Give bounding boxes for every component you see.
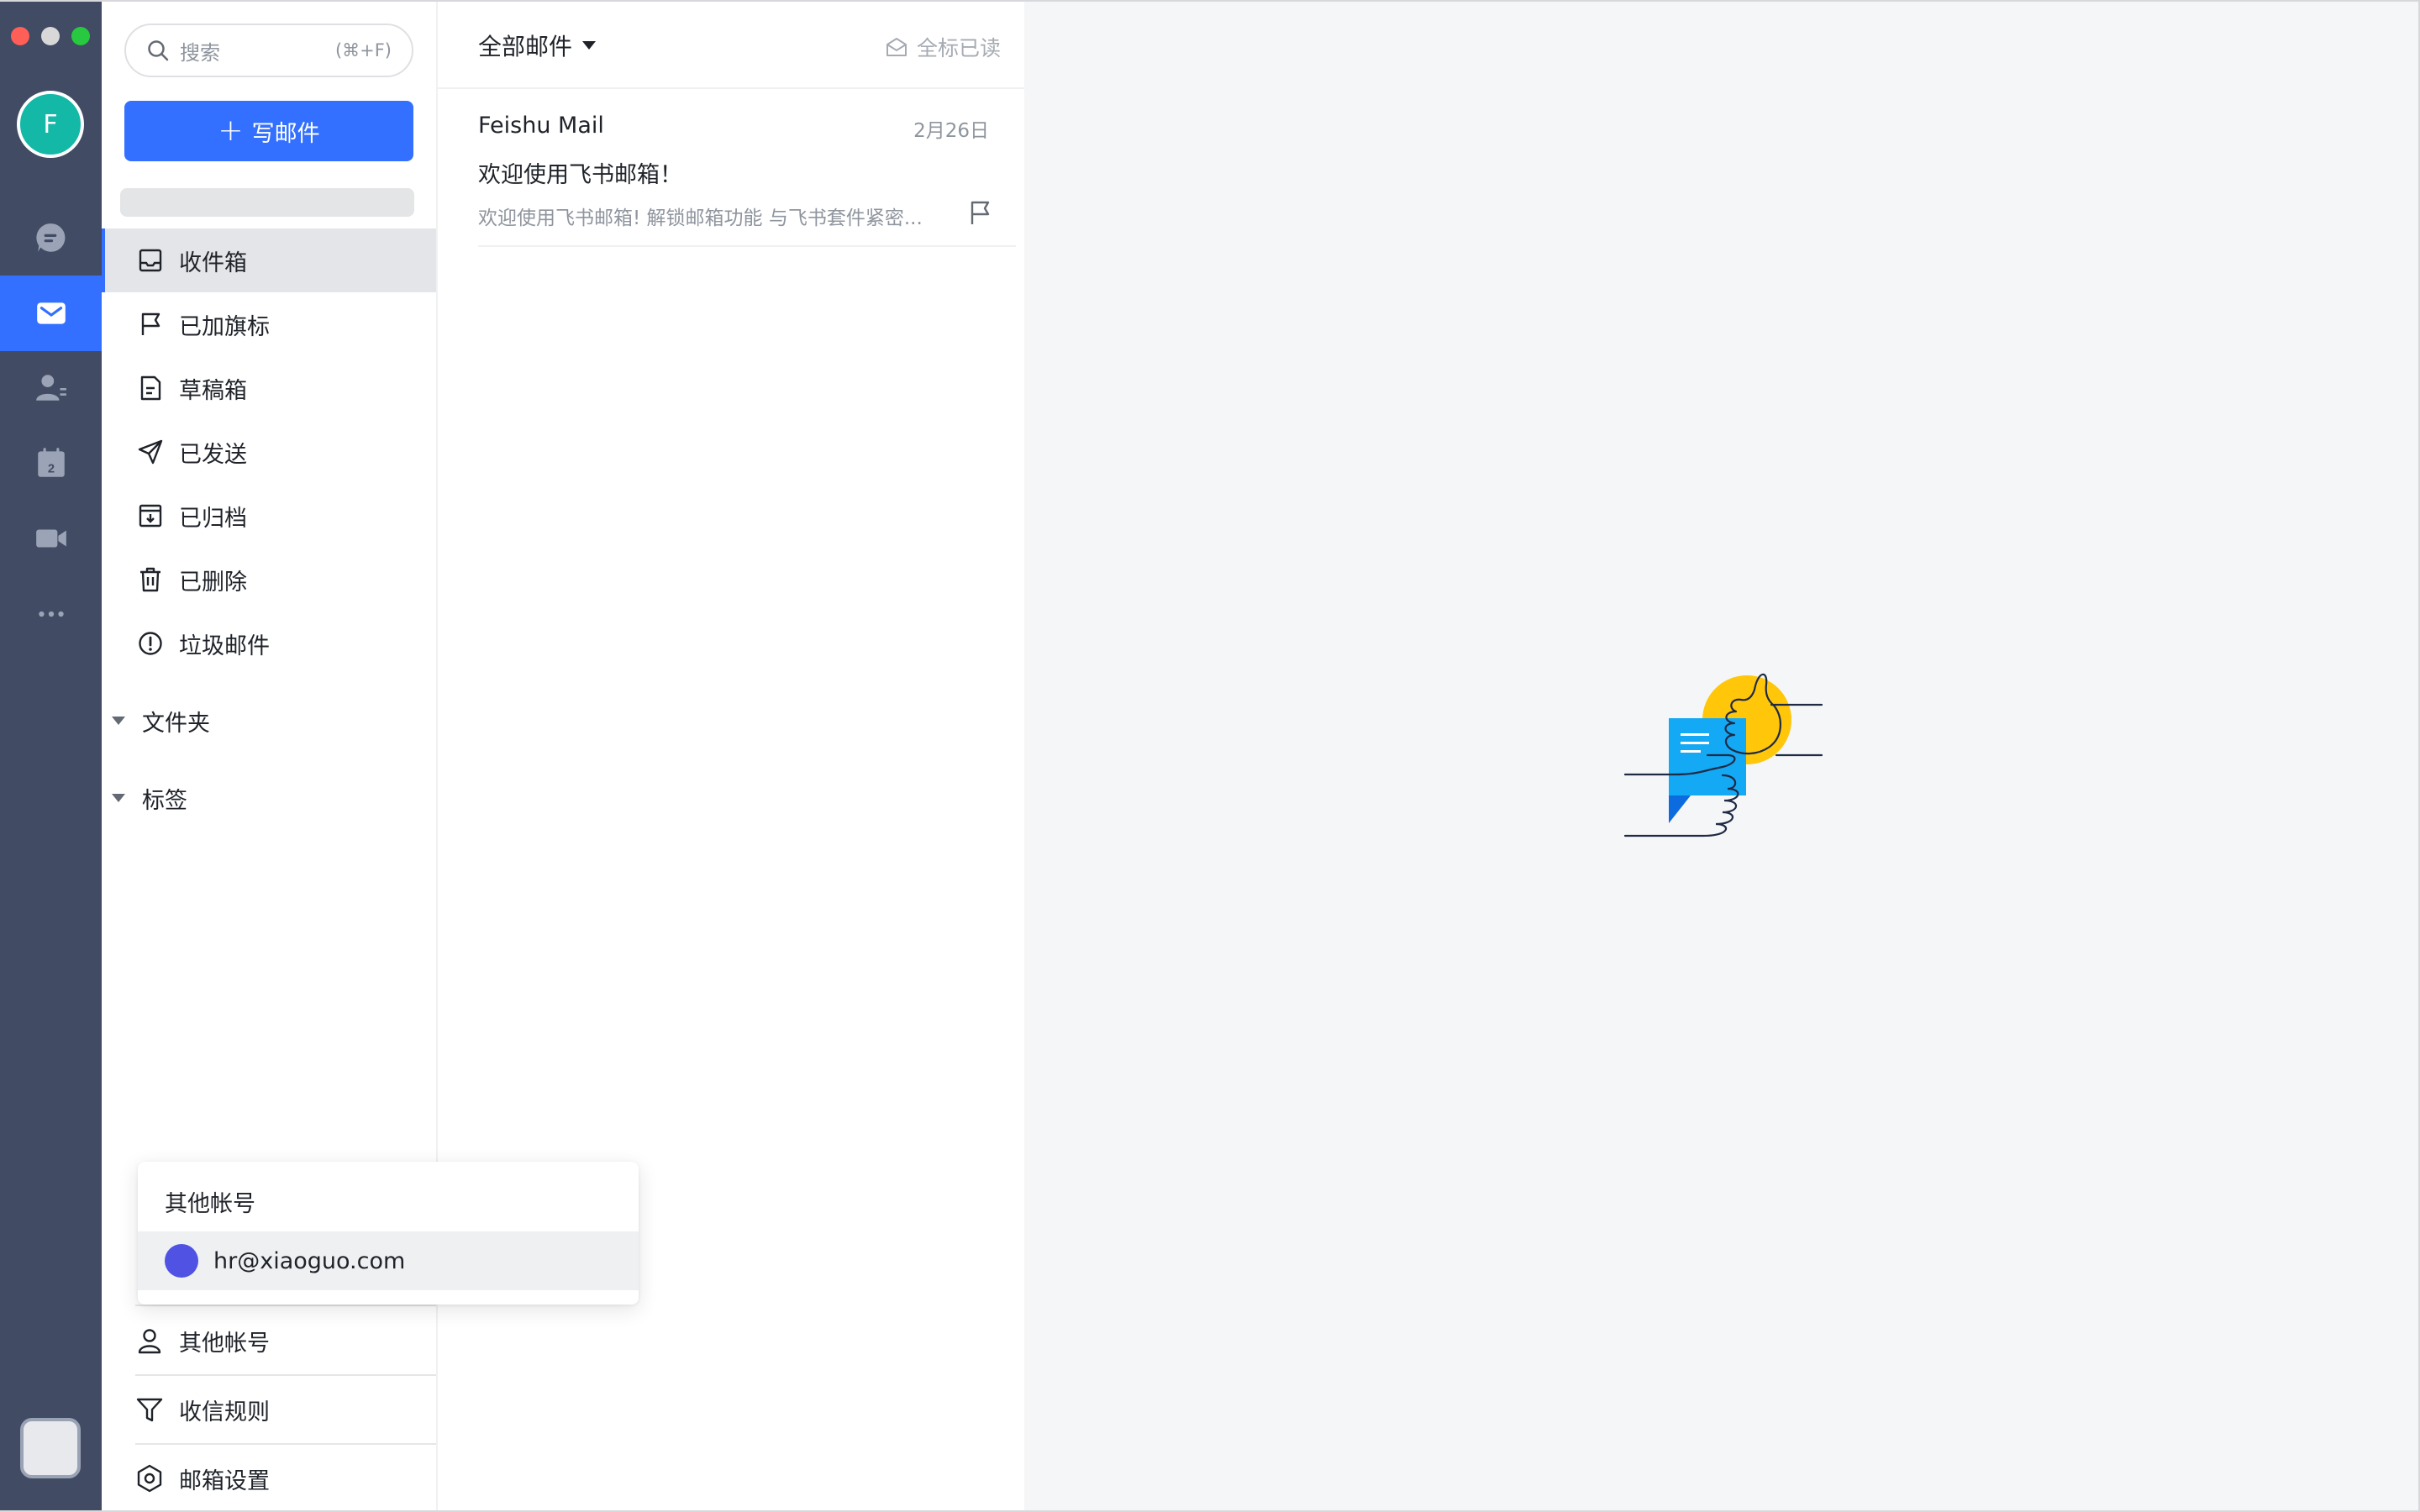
app-nav-rail: F 2 <box>0 0 102 1512</box>
other-accounts-popover: 其他帐号 hr@xiaoguo.com <box>138 1162 639 1305</box>
calendar-day-text: 2 <box>47 463 54 476</box>
mail-sender: Feishu Mail <box>478 113 604 139</box>
workspace-switcher-button[interactable] <box>20 1418 81 1478</box>
mark-all-read-button[interactable]: 全标已读 <box>885 32 1001 62</box>
folder-archived[interactable]: 已归档 <box>102 484 436 548</box>
window-minimize-button[interactable] <box>41 27 60 45</box>
rail-contacts-button[interactable] <box>0 350 102 426</box>
draft-icon <box>140 375 161 401</box>
folder-label: 收件箱 <box>179 249 247 276</box>
window-close-button[interactable] <box>11 27 29 45</box>
folder-label: 已加旗标 <box>179 313 270 340</box>
rail-chat-button[interactable] <box>0 200 102 276</box>
section-label: 标签 <box>142 787 187 814</box>
spam-icon <box>139 632 162 655</box>
mail-preview: 欢迎使用飞书邮箱! 解锁邮箱功能 与飞书套件紧密... <box>478 207 923 229</box>
folder-inbox[interactable]: 收件箱 <box>102 228 436 292</box>
bottom-item-label: 邮箱设置 <box>179 1467 270 1494</box>
window-border <box>0 0 2420 2</box>
folder-label: 草稿箱 <box>179 377 247 404</box>
envelope-open-icon <box>886 38 907 56</box>
archive-icon <box>139 504 162 528</box>
mail-rules-button[interactable]: 收信规则 <box>135 1375 436 1444</box>
search-placeholder: 搜索 <box>180 40 220 65</box>
search-icon <box>148 40 169 61</box>
caret-down-icon <box>112 717 125 725</box>
person-icon <box>138 1329 161 1354</box>
filter-icon <box>136 1398 163 1422</box>
search-input[interactable]: 搜索 (⌘+F) <box>124 24 413 77</box>
mark-all-read-label: 全标已读 <box>916 36 1001 60</box>
section-folders[interactable]: 文件夹 <box>102 691 436 750</box>
section-labels[interactable]: 标签 <box>102 769 436 827</box>
mail-list-item[interactable]: Feishu Mail 2月26日 欢迎使用飞书邮箱！ 欢迎使用飞书邮箱! 解锁… <box>478 99 1016 247</box>
other-accounts-button[interactable]: 其他帐号 <box>135 1306 436 1375</box>
caret-down-icon <box>112 794 125 802</box>
rail-more-button[interactable] <box>0 576 102 652</box>
popover-title: 其他帐号 <box>165 1191 255 1217</box>
folder-label: 已归档 <box>179 505 247 532</box>
caret-down-icon <box>582 41 597 50</box>
flag-icon <box>141 312 160 335</box>
search-shortcut-hint: (⌘+F) <box>334 40 392 60</box>
inbox-icon <box>139 249 162 272</box>
more-icon <box>38 611 64 617</box>
rail-mail-button[interactable] <box>0 276 102 351</box>
flag-icon[interactable] <box>965 198 994 227</box>
avatar-letter: F <box>43 109 58 139</box>
compose-label: 写邮件 <box>251 120 320 147</box>
folder-label: 垃圾邮件 <box>179 633 270 659</box>
settings-icon <box>137 1464 162 1493</box>
account-avatar <box>165 1244 198 1278</box>
compose-button[interactable]: + 写邮件 <box>124 101 413 161</box>
chat-icon <box>35 223 65 252</box>
video-icon <box>35 529 66 548</box>
folder-label: 已发送 <box>179 441 247 468</box>
folder-label: 已删除 <box>179 569 247 596</box>
account-email: hr@xiaoguo.com <box>213 1247 406 1274</box>
section-label: 文件夹 <box>142 710 210 737</box>
send-icon <box>138 439 163 465</box>
thumbs-up-illustration <box>1623 673 1823 837</box>
bottom-item-label: 收信规则 <box>179 1399 270 1425</box>
window-maximize-button[interactable] <box>71 27 90 45</box>
rail-calendar-button[interactable]: 2 <box>0 425 102 501</box>
plus-icon: + <box>218 113 244 148</box>
mail-filter-label: 全部邮件 <box>478 33 573 60</box>
mail-settings-button[interactable]: 邮箱设置 <box>135 1444 436 1512</box>
contacts-icon <box>35 375 66 401</box>
account-option[interactable]: hr@xiaoguo.com <box>138 1231 639 1290</box>
mail-filter-dropdown[interactable]: 全部邮件 <box>478 29 597 62</box>
calendar-icon: 2 <box>37 448 65 477</box>
current-account-bar[interactable] <box>120 188 414 217</box>
rail-video-button[interactable] <box>0 501 102 576</box>
folder-spam[interactable]: 垃圾邮件 <box>102 612 436 675</box>
folder-deleted[interactable]: 已删除 <box>102 548 436 612</box>
user-avatar[interactable]: F <box>17 91 84 158</box>
folder-drafts[interactable]: 草稿箱 <box>102 356 436 420</box>
mail-icon <box>36 302 66 324</box>
trash-icon <box>140 567 160 592</box>
mail-subject: 欢迎使用飞书邮箱！ <box>478 162 682 188</box>
folder-sent[interactable]: 已发送 <box>102 420 436 484</box>
mail-date: 2月26日 <box>913 120 989 142</box>
mail-list-header: 全部邮件 全标已读 <box>438 0 1026 89</box>
bottom-item-label: 其他帐号 <box>179 1330 270 1357</box>
folder-flagged[interactable]: 已加旗标 <box>102 292 436 356</box>
